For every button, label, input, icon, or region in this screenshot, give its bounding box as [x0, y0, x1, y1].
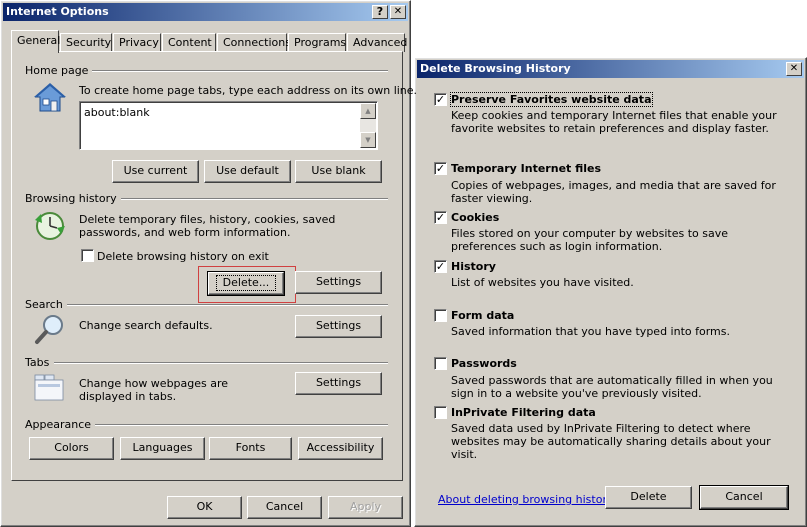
- delete-on-exit-checkbox[interactable]: [81, 249, 94, 262]
- passwords-label[interactable]: Passwords: [451, 357, 517, 370]
- accessibility-button[interactable]: Accessibility: [298, 437, 383, 460]
- home-page-scrollbar[interactable]: ▲ ▼: [360, 103, 376, 148]
- search-group-label: Search: [25, 298, 67, 311]
- close-icon[interactable]: ✕: [390, 5, 406, 19]
- general-tab-panel: Home page To create home page tabs, type…: [11, 51, 418, 481]
- inprivate-filtering-checkbox[interactable]: [434, 406, 447, 419]
- tab-security[interactable]: Security: [60, 33, 112, 52]
- use-default-button[interactable]: Use default: [204, 160, 291, 183]
- tab-privacy[interactable]: Privacy: [113, 33, 161, 52]
- search-divider: [64, 304, 388, 306]
- close-icon[interactable]: ✕: [786, 62, 802, 76]
- delete-button-label: Delete...: [215, 275, 277, 291]
- cookies-checkbox[interactable]: ✓: [434, 211, 447, 224]
- history-description: List of websites you have visited.: [451, 276, 634, 289]
- tabs-description: Change how webpages are displayed in tab…: [79, 377, 229, 403]
- search-description: Change search defaults.: [79, 319, 213, 332]
- delete-history-cancel-button[interactable]: Cancel: [699, 485, 789, 510]
- scroll-up-icon[interactable]: ▲: [360, 103, 376, 119]
- cookies-description: Files stored on your computer by website…: [451, 227, 729, 253]
- tab-strip: General Security Privacy Content Connect…: [11, 30, 407, 53]
- home-page-value: about:blank: [84, 106, 150, 119]
- history-clock-icon: [35, 212, 65, 240]
- passwords-checkbox[interactable]: [434, 357, 447, 370]
- browsing-history-description: Delete temporary files, history, cookies…: [79, 213, 336, 239]
- search-settings-button[interactable]: Settings: [295, 315, 382, 338]
- preserve-favorites-label[interactable]: Preserve Favorites website data: [450, 92, 653, 107]
- browsing-history-settings-button[interactable]: Settings: [295, 271, 382, 294]
- temporary-files-label[interactable]: Temporary Internet files: [451, 162, 601, 175]
- tabs-icon: [34, 374, 64, 401]
- tab-content[interactable]: Content: [162, 33, 216, 52]
- magnifier-icon: [35, 315, 63, 344]
- inprivate-filtering-description: Saved data used by InPrivate Filtering t…: [451, 422, 771, 461]
- form-data-description: Saved information that you have typed in…: [451, 325, 730, 338]
- delete-history-titlebar[interactable]: Delete Browsing History ✕: [417, 60, 804, 78]
- apply-button[interactable]: Apply: [328, 496, 403, 519]
- preserve-favorites-label-text: Preserve Favorites website data: [450, 92, 653, 107]
- delete-button[interactable]: Delete...: [207, 271, 285, 296]
- home-page-divider: [72, 70, 388, 72]
- history-checkbox[interactable]: ✓: [434, 260, 447, 273]
- inprivate-filtering-label[interactable]: InPrivate Filtering data: [451, 406, 596, 419]
- appearance-group-label: Appearance: [25, 418, 96, 431]
- cookies-label[interactable]: Cookies: [451, 211, 499, 224]
- preserve-favorites-description: Keep cookies and temporary Internet file…: [451, 109, 777, 135]
- history-label[interactable]: History: [451, 260, 496, 273]
- browsing-history-group-label: Browsing history: [25, 192, 121, 205]
- tab-connections[interactable]: Connections: [217, 33, 291, 52]
- home-page-textarea[interactable]: about:blank ▲ ▼: [79, 101, 378, 150]
- about-deleting-history-link[interactable]: About deleting browsing history: [438, 493, 613, 506]
- home-page-group-label: Home page: [25, 64, 93, 77]
- home-icon: [34, 83, 66, 112]
- tab-programs[interactable]: Programs: [288, 33, 346, 52]
- form-data-checkbox[interactable]: [434, 309, 447, 322]
- scroll-down-icon[interactable]: ▼: [360, 132, 376, 148]
- preserve-favorites-checkbox[interactable]: ✓: [434, 93, 447, 106]
- use-blank-button[interactable]: Use blank: [295, 160, 382, 183]
- appearance-divider: [90, 424, 388, 426]
- passwords-description: Saved passwords that are automatically f…: [451, 374, 773, 400]
- ok-button[interactable]: OK: [167, 496, 242, 519]
- temporary-files-description: Copies of webpages, images, and media th…: [451, 179, 776, 205]
- languages-button[interactable]: Languages: [120, 437, 205, 460]
- tabs-group-label: Tabs: [25, 356, 54, 369]
- browsing-history-divider: [108, 198, 388, 200]
- temporary-files-checkbox[interactable]: ✓: [434, 162, 447, 175]
- tabs-divider: [54, 362, 388, 364]
- tab-advanced[interactable]: Advanced: [347, 33, 407, 52]
- delete-browsing-history-window: Delete Browsing History ✕ ✓ Preserve Fav…: [414, 57, 807, 527]
- window-title: Internet Options: [6, 5, 109, 18]
- tab-general[interactable]: General: [11, 30, 60, 53]
- internet-options-window: Internet Options ? ✕ General Security Pr…: [0, 0, 418, 527]
- colors-button[interactable]: Colors: [29, 437, 114, 460]
- form-data-label[interactable]: Form data: [451, 309, 514, 322]
- fonts-button[interactable]: Fonts: [209, 437, 292, 460]
- tabs-settings-button[interactable]: Settings: [295, 372, 382, 395]
- cancel-button[interactable]: Cancel: [247, 496, 322, 519]
- help-button[interactable]: ?: [372, 5, 388, 19]
- internet-options-titlebar[interactable]: Internet Options ? ✕: [3, 3, 408, 21]
- delete-history-delete-button[interactable]: Delete: [605, 486, 692, 509]
- home-page-description: To create home page tabs, type each addr…: [79, 84, 418, 97]
- use-current-button[interactable]: Use current: [112, 160, 199, 183]
- delete-on-exit-label[interactable]: Delete browsing history on exit: [97, 250, 269, 263]
- delete-history-window-title: Delete Browsing History: [420, 62, 571, 75]
